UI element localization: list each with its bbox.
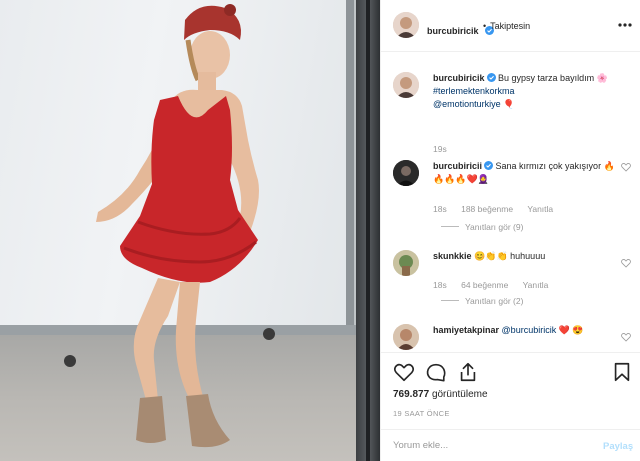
follow-status-label: Takiptesin — [490, 21, 531, 31]
commenter-avatar[interactable] — [393, 160, 419, 186]
caption-avatar[interactable] — [393, 72, 419, 98]
like-heart-icon[interactable] — [393, 361, 415, 383]
author-username[interactable]: burcubiricik — [427, 26, 479, 36]
view-replies-button[interactable]: Yanıtları gör (9) — [465, 222, 523, 232]
save-bookmark-icon[interactable] — [611, 361, 633, 383]
caption-body: burcubiricik Bu gypsy tarza bayıldım 🌸 #… — [433, 72, 615, 111]
comment-input[interactable] — [393, 440, 593, 451]
comment-reply-button[interactable]: Yanıtla — [523, 280, 549, 290]
comment-text: ❤️ 😍 — [558, 325, 584, 335]
comment-meta: 18s 188 beğenme Yanıtla — [433, 204, 565, 214]
share-icon[interactable] — [457, 361, 479, 383]
verified-badge-icon — [484, 161, 494, 170]
more-options-icon[interactable] — [617, 20, 633, 30]
stand-wheel — [64, 355, 76, 367]
comment-item: hamiyetakpinar @burcubiricik ❤️ 😍 — [393, 324, 633, 352]
post-actions: 769.877 görüntüleme 19 SAAT ÖNCE Paylaş — [381, 352, 640, 461]
caption-text: Bu gypsy tarza bayıldım 🌸 — [498, 73, 608, 83]
comment-like-heart-icon[interactable] — [621, 332, 631, 342]
caption-age[interactable]: 19s — [433, 144, 447, 154]
comment-body: hamiyetakpinar @burcubiricik ❤️ 😍 — [433, 324, 615, 337]
comments-list[interactable]: burcubiricik Bu gypsy tarza bayıldım 🌸 #… — [381, 52, 640, 352]
author-avatar[interactable] — [393, 12, 419, 38]
caption-hashtag[interactable]: #terlemektenkorkma — [433, 86, 515, 96]
comment-meta: 18s 64 beğenme Yanıtla — [433, 280, 560, 290]
verified-badge-icon — [486, 73, 496, 82]
post-side-panel: burcubiricik • Takiptesin burcubiricik Bu… — [380, 0, 640, 461]
comment-like-heart-icon[interactable] — [621, 162, 631, 172]
model-figure — [96, 4, 259, 448]
comment-age: 18s — [433, 280, 447, 290]
caption: burcubiricik Bu gypsy tarza bayıldım 🌸 #… — [393, 72, 633, 162]
comment-username[interactable]: hamiyetakpinar — [433, 325, 499, 335]
comment-mention[interactable]: @burcubiricik — [502, 325, 557, 335]
comment-body: skunkkie 😊👏👏 huhuuuu — [433, 250, 615, 263]
view-replies-button[interactable]: Yanıtları gör (2) — [465, 296, 523, 306]
commenter-avatar[interactable] — [393, 324, 419, 350]
follow-status[interactable]: • Takiptesin — [481, 21, 530, 31]
comment-body: burcubiricii Sana kırmızı çok yakışıyor … — [433, 160, 615, 186]
comment-item: burcubiricii Sana kırmızı çok yakışıyor … — [393, 160, 633, 240]
backdrop-frame-side — [346, 0, 354, 340]
comment-likes[interactable]: 64 beğenme — [461, 280, 508, 290]
separator-dot: • — [483, 21, 487, 31]
caption-username[interactable]: burcubiricik — [433, 73, 485, 83]
comment-age: 18s — [433, 204, 447, 214]
post-video[interactable] — [0, 0, 380, 461]
comment-item: skunkkie 😊👏👏 huhuuuu 18s 64 beğenme Yanı… — [393, 250, 633, 330]
light-stand-pole — [366, 0, 370, 461]
comment-like-heart-icon[interactable] — [621, 258, 631, 268]
comment-likes[interactable]: 188 beğenme — [461, 204, 513, 214]
comment-text: 😊👏👏 huhuuuu — [474, 251, 546, 261]
caption-mention[interactable]: @emotionturkiye 🎈 — [433, 99, 514, 109]
views-number: 769.877 — [393, 389, 430, 400]
comment-username[interactable]: skunkkie — [433, 251, 472, 261]
views-count[interactable]: 769.877 görüntüleme — [393, 389, 488, 400]
comment-reply-button[interactable]: Yanıtla — [527, 204, 553, 214]
commenter-avatar[interactable] — [393, 250, 419, 276]
post-comment-button[interactable]: Paylaş — [603, 441, 633, 452]
post-timestamp[interactable]: 19 SAAT ÖNCE — [393, 409, 450, 418]
add-comment-bar: Paylaş — [381, 429, 640, 461]
post-header: burcubiricik • Takiptesin — [381, 0, 640, 52]
comment-bubble-icon[interactable] — [425, 361, 447, 383]
views-label: görüntüleme — [431, 389, 488, 400]
comment-username[interactable]: burcubiricii — [433, 161, 482, 171]
